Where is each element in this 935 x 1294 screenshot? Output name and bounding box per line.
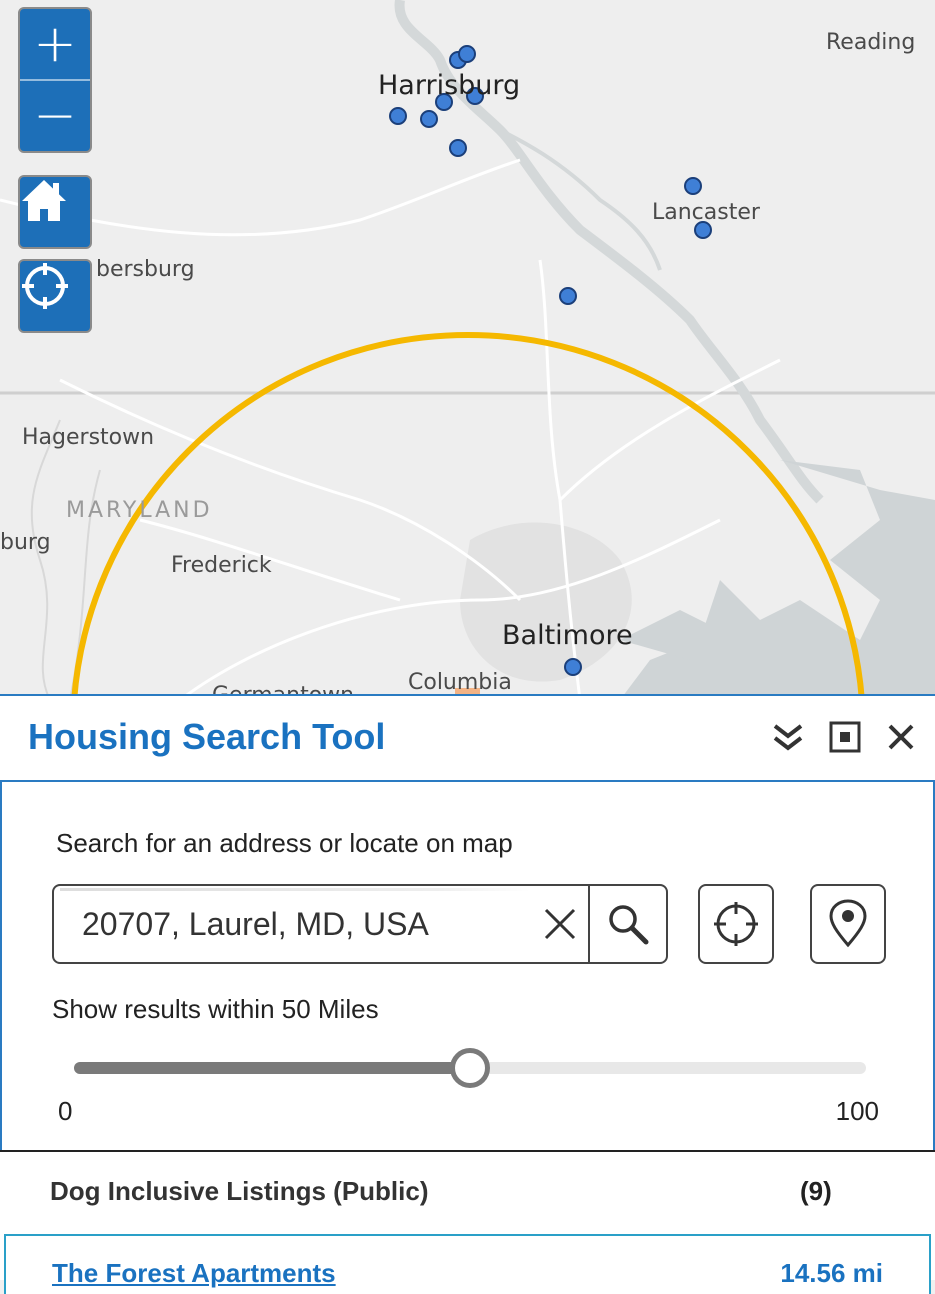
- city-label: Lancaster: [652, 200, 760, 225]
- zoom-out-button[interactable]: −: [20, 79, 90, 151]
- slider-fill: [74, 1062, 470, 1074]
- city-label: Reading: [826, 30, 916, 55]
- basemap: [0, 0, 935, 700]
- housing-search-panel: Housing Search Tool Search for an addres…: [0, 694, 935, 1294]
- slider-thumb[interactable]: [450, 1048, 490, 1088]
- listing-point: [559, 287, 577, 305]
- result-list-item[interactable]: The Forest Apartments 14.56 mi: [4, 1234, 931, 1294]
- zoom-control: + −: [18, 7, 92, 153]
- result-name: The Forest Apartments: [52, 1258, 336, 1288]
- crosshair-icon: [714, 902, 758, 946]
- panel-header: Housing Search Tool: [0, 696, 935, 782]
- city-label: bersburg: [96, 257, 195, 282]
- panel-body: Search for an address or locate on map 2…: [0, 782, 935, 1152]
- home-control: [18, 175, 92, 249]
- collapse-icon: [773, 724, 803, 751]
- layer-name: Dog Inclusive Listings (Public): [50, 1176, 429, 1206]
- locate-control: [18, 259, 92, 333]
- search-box: [52, 884, 668, 964]
- slider-min-label: 0: [58, 1096, 73, 1126]
- map-view[interactable]: Reading Harrisburg Lancaster bersburg Ha…: [0, 0, 935, 700]
- collapse-button[interactable]: [771, 720, 805, 754]
- select-on-map-button[interactable]: [810, 884, 886, 964]
- state-label: MARYLAND: [66, 498, 213, 523]
- listing-point: [458, 45, 476, 63]
- clear-search-button[interactable]: [538, 902, 582, 946]
- listing-point: [389, 107, 407, 125]
- locate-me-button[interactable]: [698, 884, 774, 964]
- search-button[interactable]: [590, 886, 666, 962]
- city-label: Harrisburg: [378, 70, 521, 101]
- maximize-button[interactable]: [828, 720, 862, 754]
- layer-header-row[interactable]: Dog Inclusive Listings (Public) (9): [0, 1150, 935, 1234]
- map-pin-icon: [829, 899, 867, 948]
- listing-point: [420, 110, 438, 128]
- city-label: burg: [0, 530, 51, 555]
- panel-title: Housing Search Tool: [28, 716, 386, 757]
- clear-icon: [544, 908, 576, 940]
- maximize-icon: [829, 721, 861, 753]
- home-button[interactable]: [20, 177, 90, 247]
- result-distance: 14.56 mi: [780, 1258, 883, 1288]
- zoom-in-button[interactable]: +: [20, 9, 90, 79]
- address-search-input[interactable]: [82, 900, 512, 948]
- city-label: Hagerstown: [22, 425, 155, 450]
- layer-count: (9): [800, 1176, 832, 1206]
- locate-button[interactable]: [20, 261, 90, 331]
- listing-point: [564, 658, 582, 676]
- search-label: Search for an address or locate on map: [56, 828, 513, 858]
- listing-point: [684, 177, 702, 195]
- city-label: Baltimore: [502, 620, 633, 651]
- close-button[interactable]: [884, 720, 918, 754]
- radius-slider[interactable]: [74, 1048, 866, 1088]
- city-label: Columbia: [408, 670, 512, 695]
- listing-point: [449, 139, 467, 157]
- crosshair-icon: [22, 263, 68, 309]
- city-label: Frederick: [171, 553, 272, 578]
- slider-max-label: 100: [835, 1096, 879, 1126]
- input-focus-bar: [60, 888, 530, 891]
- search-icon: [609, 905, 649, 945]
- close-icon: [888, 724, 914, 750]
- radius-label: Show results within 50 Miles: [52, 994, 379, 1024]
- home-icon: [22, 180, 66, 221]
